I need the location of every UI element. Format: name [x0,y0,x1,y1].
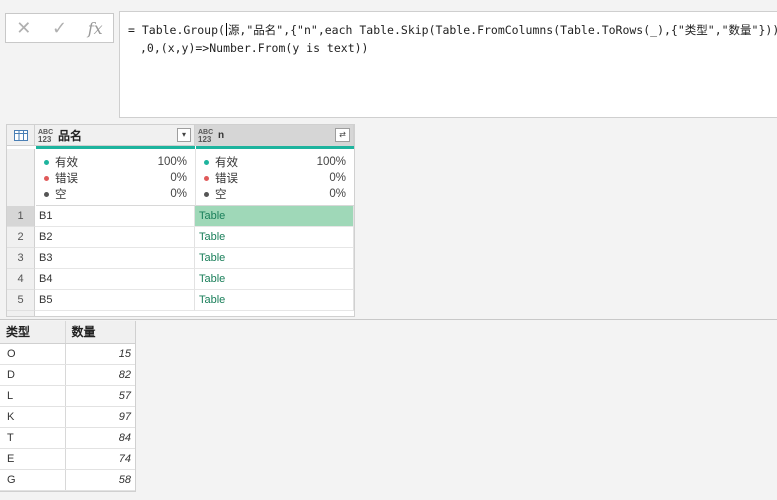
formula-line1-b: 源,"品名",{"n",each Table.Skip(Table.FromCo… [227,23,777,37]
column-header-pinming[interactable]: ABC 123 品名 ▾ [35,125,195,146]
type-any-icon[interactable]: ABC 123 [38,129,56,144]
cell-pinming[interactable]: B5 [35,290,195,311]
dot-icon [204,191,209,197]
column-header-n[interactable]: ABC 123 n ⇄ [195,125,354,146]
dot-icon [204,159,209,165]
preview-cell: D [0,365,66,385]
profile-error: 错误 0% [36,170,195,186]
preview-header-qty: 数量 [71,325,96,339]
preview-cell: T [0,428,66,448]
row-number[interactable]: 1 [7,206,35,227]
expand-column-icon[interactable]: ⇄ [335,128,350,142]
cell-table-link[interactable]: Table [195,290,354,311]
cell-table-link[interactable]: Table [195,227,354,248]
cell-table-link[interactable]: Table [195,248,354,269]
dot-icon [44,175,49,181]
pane-divider[interactable] [0,319,777,320]
preview-row: E 74 [0,449,135,470]
profile-valid: 有效 100% [196,154,354,170]
close-icon[interactable]: ✕ [6,14,42,42]
table-row[interactable]: 5 B5 Table [7,290,354,311]
profile-error: 错误 0% [196,170,354,186]
preview-header: 类型 数量 [0,321,135,344]
preview-row: D 82 [0,365,135,386]
type-any-icon[interactable]: ABC 123 [198,129,216,144]
preview-cell: E [0,449,66,469]
dot-icon [44,159,49,165]
preview-cell: 57 [118,390,131,402]
formula-line1-a: = Table.Group( [128,23,225,37]
column-profile: 有效 100% 错误 0% 空 0% [196,149,354,206]
preview-row: K 97 [0,407,135,428]
profile-empty: 空 0% [196,186,354,202]
preview-row: O 15 [0,344,135,365]
preview-cell: 74 [118,453,131,465]
preview-cell: O [0,344,66,364]
row-number[interactable]: 4 [7,269,35,290]
chevron-down-icon[interactable]: ▾ [177,128,191,142]
cell-pinming[interactable]: B3 [35,248,195,269]
preview-cell: 82 [118,369,131,381]
preview-row: G 58 [0,470,135,491]
column-profile: 有效 100% 错误 0% 空 0% [36,149,196,206]
cell-pinming[interactable]: B2 [35,227,195,248]
formula-input[interactable]: = Table.Group(源,"品名",{"n",each Table.Ski… [119,11,777,118]
preview-row: L 57 [0,386,135,407]
dot-icon [204,175,209,181]
table-row[interactable]: 2 B2 Table [7,227,354,248]
profile-empty: 空 0% [36,186,195,202]
column-name: 品名 [58,129,83,143]
preview-header-type: 类型 [0,321,66,343]
preview-cell: K [0,407,66,427]
profile-valid: 有效 100% [36,154,195,170]
preview-cell: 97 [118,411,131,423]
preview-cell: G [0,470,66,490]
cell-table-link[interactable]: Table [195,269,354,290]
table-row[interactable]: 3 B3 Table [7,248,354,269]
preview-cell: 84 [118,432,131,444]
check-icon[interactable]: ✓ [42,14,78,42]
dot-icon [44,191,49,197]
row-number[interactable]: 5 [7,290,35,311]
cell-table-link[interactable]: Table [195,206,354,227]
cell-pinming[interactable]: B4 [35,269,195,290]
row-number[interactable]: 2 [7,227,35,248]
preview-row: T 84 [0,428,135,449]
nested-table-preview: 类型 数量 O 15 D 82 L 57 K 97 T 84 E 74 G 58 [0,321,136,492]
query-grid: ABC 123 品名 ▾ ABC 123 n ⇄ 有效 100% 错误 0% 空 0% 有… [6,124,355,317]
preview-cell: 58 [118,474,131,486]
fx-icon[interactable]: fx [77,14,113,42]
grid-header: ABC 123 品名 ▾ ABC 123 n ⇄ [7,125,354,146]
column-name: n [218,130,225,141]
preview-cell: 15 [118,348,131,360]
text-cursor [225,23,227,36]
row-number[interactable]: 3 [7,248,35,269]
cell-pinming[interactable]: B1 [35,206,195,227]
formula-bar-buttons: ✕ ✓ fx [5,13,114,43]
preview-cell: L [0,386,66,406]
table-menu-icon[interactable] [7,125,35,146]
table-row[interactable]: 1 B1 Table [7,206,354,227]
table-row[interactable]: 4 B4 Table [7,269,354,290]
formula-line2: ,0,(x,y)=>Number.From(y is text)) [140,41,369,55]
